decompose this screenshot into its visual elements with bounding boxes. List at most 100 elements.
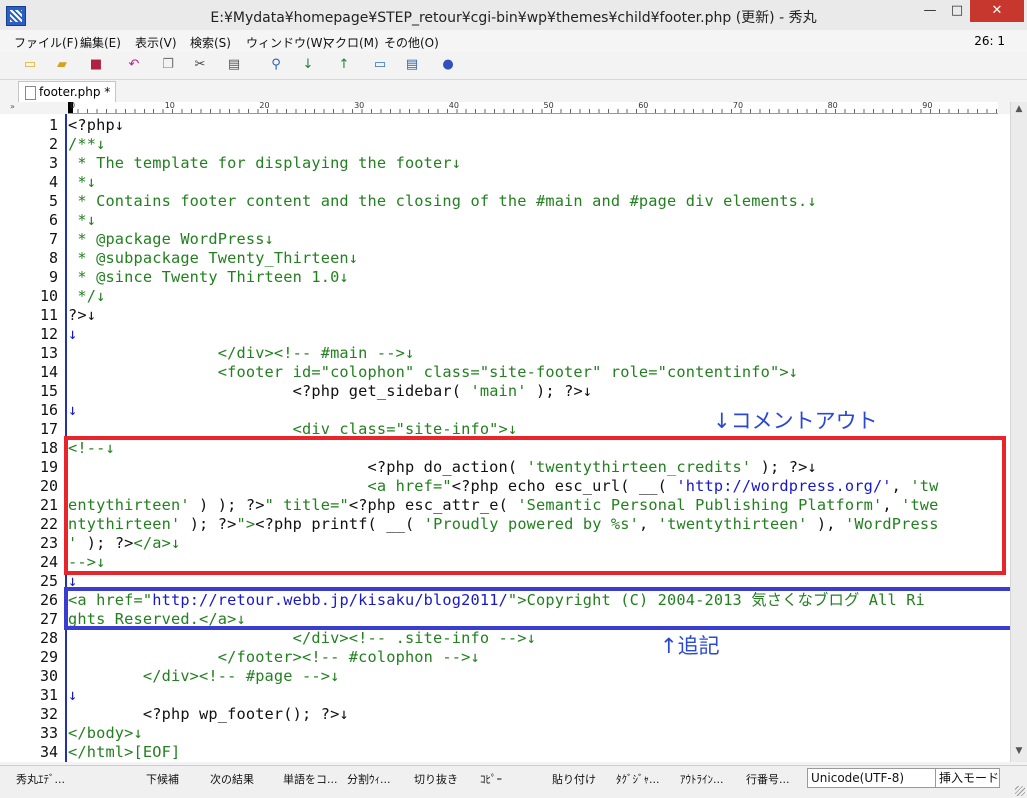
menu-search[interactable]: 検索(S): [190, 34, 231, 51]
code-line[interactable]: /**↓: [68, 135, 105, 154]
menu-other[interactable]: その他(O): [384, 34, 439, 51]
code-token: * @subpackage Twenty_Thirteen↓: [68, 249, 359, 267]
copy-icon[interactable]: ❐: [158, 56, 178, 74]
added-annotation: ↑追記: [660, 634, 720, 658]
menu-window[interactable]: ウィンドウ(W): [246, 34, 327, 51]
line-number: 23: [39, 534, 58, 552]
status-line-number[interactable]: 行番号...: [746, 771, 790, 787]
status-copy-word[interactable]: 単語をコ...: [283, 771, 338, 787]
minimize-button[interactable]: —: [916, 0, 944, 22]
code-line[interactable]: </div><!-- #page -->↓: [68, 667, 339, 686]
code-token: * Contains footer content and the closin…: [68, 192, 817, 210]
cut-icon[interactable]: ✂: [190, 56, 210, 74]
code-line[interactable]: */↓: [68, 287, 105, 306]
code-line[interactable]: <footer id="colophon" class="site-footer…: [68, 363, 798, 382]
tab-footer-php[interactable]: footer.php *: [18, 81, 116, 102]
new-file-icon[interactable]: ▭: [20, 56, 40, 74]
code-line[interactable]: <?php↓: [68, 116, 124, 135]
vertical-scrollbar[interactable]: ▲ ▼: [1010, 102, 1027, 762]
code-token: ?>↓: [68, 306, 97, 324]
status-tag-jump[interactable]: ﾀｸﾞｼﾞｬ...: [616, 771, 660, 787]
line-number: 31: [39, 686, 58, 704]
status-cut[interactable]: 切り抜き: [414, 771, 458, 787]
status-next-candidate[interactable]: 下候補: [146, 771, 179, 787]
line-number: 12: [39, 325, 58, 343]
code-token: </footer><!-- #colophon -->↓: [68, 648, 480, 666]
code-line[interactable]: * Contains footer content and the closin…: [68, 192, 817, 211]
tab-bar: footer.php * x: [0, 80, 1027, 177]
code-line[interactable]: ↓: [68, 401, 77, 420]
menu-macro[interactable]: マクロ(M): [323, 34, 379, 51]
ruler-number: 50: [543, 101, 554, 110]
search-icon[interactable]: ⚲: [266, 56, 286, 74]
scroll-up-arrow-icon[interactable]: ▲: [1011, 104, 1027, 118]
menu-file[interactable]: ファイル(F): [14, 34, 78, 51]
code-token: * @since Twenty Thirteen 1.0↓: [68, 268, 349, 286]
code-line[interactable]: <?php wp_footer(); ?>↓: [68, 705, 349, 724]
code-line[interactable]: *↓: [68, 173, 96, 192]
line-number: 33: [39, 724, 58, 742]
paste-icon[interactable]: ▤: [224, 56, 244, 74]
code-token: ↓: [68, 325, 78, 343]
code-token: * @package WordPress↓: [68, 230, 274, 248]
save-icon[interactable]: ■: [86, 56, 106, 74]
code-line[interactable]: ?>↓: [68, 306, 96, 325]
comment-out-highlight-box: [64, 436, 1006, 575]
code-token: 'main': [470, 382, 527, 400]
close-button[interactable]: ✕: [970, 0, 1024, 22]
line-number: 27: [39, 610, 58, 628]
cursor-position: 26: 1: [974, 34, 1005, 48]
scroll-down-arrow-icon[interactable]: ▼: [1011, 746, 1027, 760]
code-line[interactable]: * @package WordPress↓: [68, 230, 274, 249]
status-hidemaru-editor[interactable]: 秀丸ｴﾃﾞ...: [16, 771, 65, 787]
status-next-result[interactable]: 次の結果: [210, 771, 254, 787]
code-line[interactable]: </html>[EOF]: [68, 743, 180, 762]
code-token: ↓: [68, 401, 78, 419]
code-line[interactable]: * @subpackage Twenty_Thirteen↓: [68, 249, 358, 268]
search-up-icon[interactable]: ↑: [334, 56, 354, 74]
search-down-icon[interactable]: ↓: [298, 56, 318, 74]
status-outline[interactable]: ｱｳﾄﾗｲﾝ...: [680, 771, 724, 787]
line-number: 26: [39, 591, 58, 609]
resize-grip-icon[interactable]: [1015, 786, 1025, 796]
ruler-row: » 0102030405060708090100: [0, 101, 1027, 114]
code-line[interactable]: <?php get_sidebar( 'main' ); ?>↓: [68, 382, 592, 401]
encoding-indicator[interactable]: Unicode(UTF-8): [807, 768, 936, 788]
code-line[interactable]: *↓: [68, 211, 96, 230]
code-line[interactable]: </body>↓: [68, 724, 143, 743]
code-line[interactable]: </div><!-- .site-info -->↓: [68, 629, 536, 648]
code-line[interactable]: ↓: [68, 325, 77, 344]
document-icon: [25, 86, 36, 100]
code-line[interactable]: </div><!-- #main -->↓: [68, 344, 414, 363]
line-number: 1: [48, 116, 58, 134]
code-line[interactable]: * The template for displaying the footer…: [68, 154, 461, 173]
code-token: </html>[EOF]: [68, 743, 181, 761]
line-number: 18: [39, 439, 58, 457]
menu-bar: ファイル(F) 編集(E) 表示(V) 検索(S) ウィンドウ(W) マクロ(M…: [0, 30, 1027, 52]
code-line[interactable]: </footer><!-- #colophon -->↓: [68, 648, 480, 667]
code-line[interactable]: ↓: [68, 686, 77, 705]
undo-icon[interactable]: ↶: [124, 56, 144, 74]
status-copy[interactable]: ｺﾋﾟｰ: [480, 771, 502, 787]
line-number: 5: [48, 192, 58, 210]
code-token: <?php↓: [68, 116, 125, 134]
line-number: 22: [39, 515, 58, 533]
help-icon[interactable]: ●: [438, 56, 458, 74]
line-number: 32: [39, 705, 58, 723]
ruler-number: 40: [448, 101, 459, 110]
menu-view[interactable]: 表示(V): [135, 34, 177, 51]
code-token: ); ?>↓: [526, 382, 593, 400]
ruler-number: 90: [922, 101, 933, 110]
status-split-window[interactable]: 分割ｳｨ...: [347, 771, 391, 787]
menu-edit[interactable]: 編集(E): [80, 34, 121, 51]
status-paste[interactable]: 貼り付け: [552, 771, 596, 787]
code-token: </div><!-- #main -->↓: [68, 344, 415, 362]
maximize-button[interactable]: □: [944, 0, 970, 22]
code-line[interactable]: * @since Twenty Thirteen 1.0↓: [68, 268, 349, 287]
open-folder-icon[interactable]: ▰: [52, 56, 72, 74]
replace-icon[interactable]: ▭: [370, 56, 390, 74]
window-split-icon[interactable]: ▤: [402, 56, 422, 74]
insert-mode-indicator[interactable]: 挿入モード: [935, 768, 1000, 788]
line-number: 6: [48, 211, 58, 229]
line-number: 16: [39, 401, 58, 419]
